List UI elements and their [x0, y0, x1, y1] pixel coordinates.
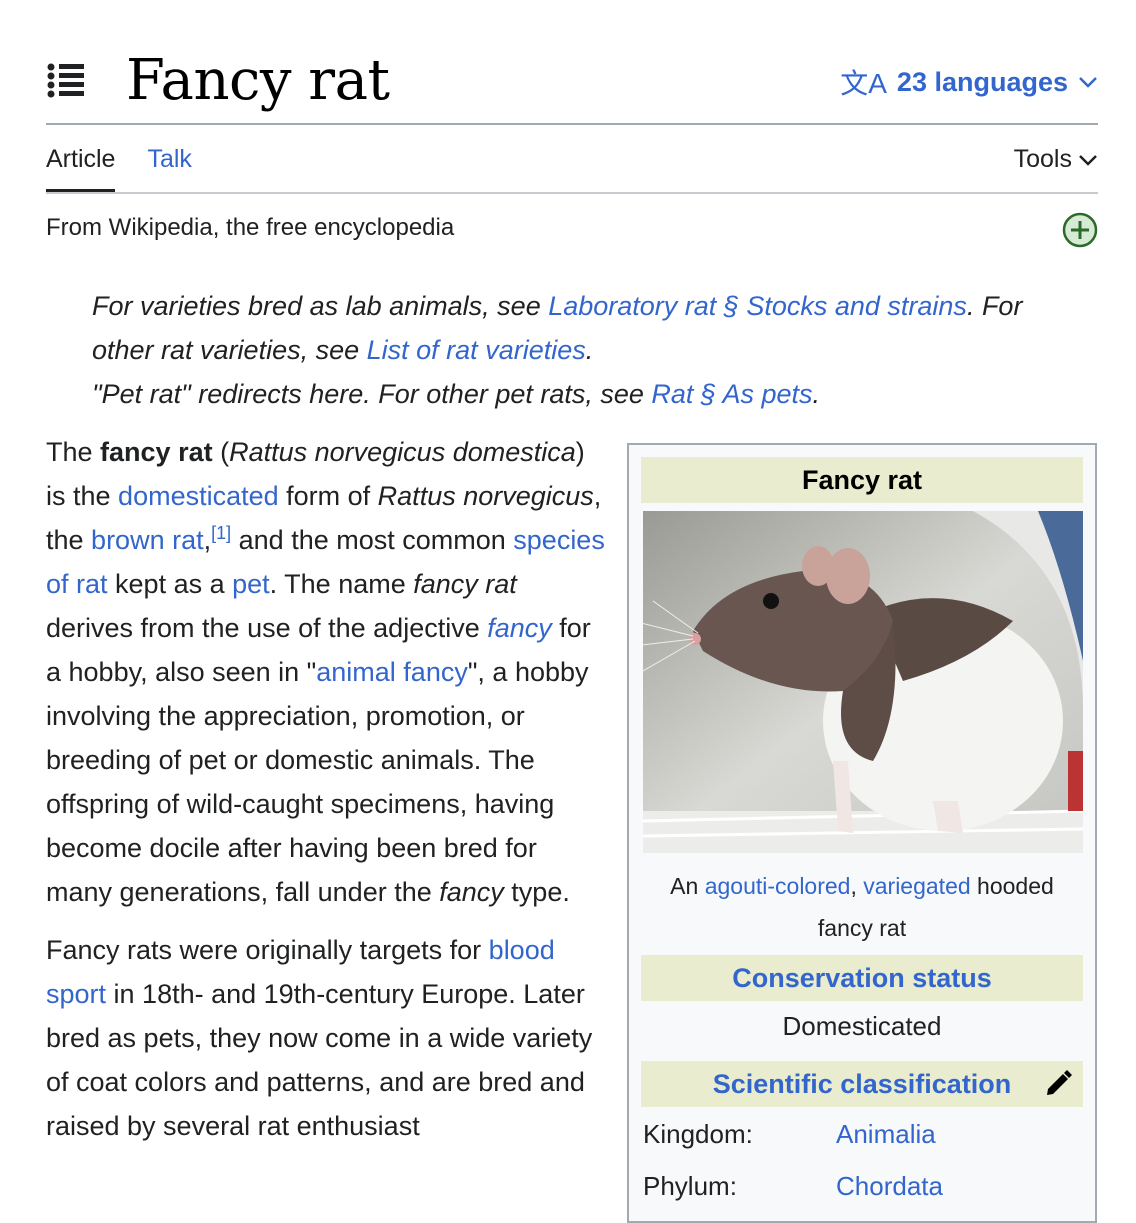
hatnote-text: For varieties bred as lab animals, see [92, 291, 549, 321]
hatnote-text: . [585, 335, 594, 365]
tools-menu[interactable]: Tools [1014, 145, 1098, 174]
infobox-title: Fancy rat [641, 457, 1083, 503]
italic-term: Rattus norvegicus domestica [229, 437, 576, 467]
link-chordata[interactable]: Chordata [836, 1171, 943, 1202]
link-animal-fancy[interactable]: animal fancy [316, 657, 468, 687]
link-variegated[interactable]: variegated [863, 873, 970, 899]
conservation-status-value: Domesticated [782, 1011, 942, 1041]
infobox: Fancy rat An agouti-colored, variegated … [627, 443, 1097, 1223]
link-animalia[interactable]: Animalia [836, 1119, 936, 1150]
italic-term: Rattus norvegicus [377, 481, 594, 511]
text: type. [503, 877, 570, 907]
text: derives from the use of the adjective [46, 613, 488, 643]
add-icon[interactable] [1062, 212, 1098, 248]
text: Fancy rats were originally targets for [46, 935, 489, 965]
reference-1[interactable]: [1] [211, 523, 231, 543]
caption-text: , [850, 873, 864, 899]
site-tagline: From Wikipedia, the free encyclopedia [46, 214, 455, 241]
tab-article[interactable]: Article [46, 145, 116, 192]
caption-text: An [670, 873, 705, 899]
text: ( [212, 437, 230, 467]
text: ", a hobby involving the appreciation, p… [46, 657, 589, 907]
text: . The name [269, 569, 414, 599]
translate-icon: 文A [840, 68, 887, 99]
tools-label: Tools [1013, 145, 1072, 173]
scientific-classification-header: Scientific classification [641, 1061, 1083, 1107]
text: , [203, 525, 212, 555]
hatnote-text: "Pet rat" redirects here. For other pet … [92, 379, 652, 409]
chevron-down-icon [1079, 154, 1097, 166]
text: in 18th- and 19th-century Europe. Later … [46, 979, 593, 1141]
link-list-of-rat-varieties[interactable]: List of rat varieties [367, 335, 586, 365]
languages-label: 23 languages [896, 66, 1068, 97]
classification-key: Phylum: [643, 1171, 737, 1201]
hatnote-text: . [812, 379, 820, 409]
rat-illustration [643, 511, 1083, 853]
table-of-contents-icon[interactable] [46, 62, 86, 98]
article-body: The fancy rat (Rattus norvegicus domesti… [46, 430, 606, 1162]
conservation-status-header[interactable]: Conservation status [641, 955, 1083, 1001]
text: The [46, 437, 101, 467]
scientific-classification-label[interactable]: Scientific classification [713, 1069, 1012, 1099]
hatnote: For varieties bred as lab animals, see L… [92, 284, 1082, 416]
link-brown-rat[interactable]: brown rat [91, 525, 204, 555]
pencil-icon[interactable] [1043, 1069, 1073, 1099]
link-rat-as-pets[interactable]: Rat § As pets [651, 379, 812, 409]
text: form of [278, 481, 378, 511]
link-agouti[interactable]: agouti-colored [705, 873, 851, 899]
text: kept as a [107, 569, 233, 599]
link-domesticated[interactable]: domesticated [118, 481, 279, 511]
page-title: Fancy rat [126, 48, 390, 113]
title-divider [46, 123, 1098, 125]
page-tabs: Article Talk [46, 145, 192, 192]
italic-term: fancy rat [413, 569, 517, 599]
chevron-down-icon [1079, 77, 1097, 88]
italic-term: fancy [439, 877, 504, 907]
link-laboratory-rat[interactable]: Laboratory rat § Stocks and strains [548, 291, 967, 321]
paragraph-1: The fancy rat (Rattus norvegicus domesti… [46, 430, 606, 914]
link-pet[interactable]: pet [232, 569, 270, 599]
language-selector[interactable]: 文A 23 languages [840, 62, 1098, 102]
link-fancy[interactable]: fancy [487, 613, 552, 643]
text: and the most common [231, 525, 514, 555]
rat-photo[interactable] [643, 511, 1083, 853]
tab-talk[interactable]: Talk [147, 145, 191, 192]
bold-term: fancy rat [100, 437, 213, 467]
classification-key: Kingdom: [643, 1119, 753, 1149]
tabs-divider [46, 192, 1098, 194]
image-caption: An agouti-colored, variegated hooded fan… [643, 865, 1081, 949]
paragraph-2: Fancy rats were originally targets for b… [46, 928, 606, 1148]
